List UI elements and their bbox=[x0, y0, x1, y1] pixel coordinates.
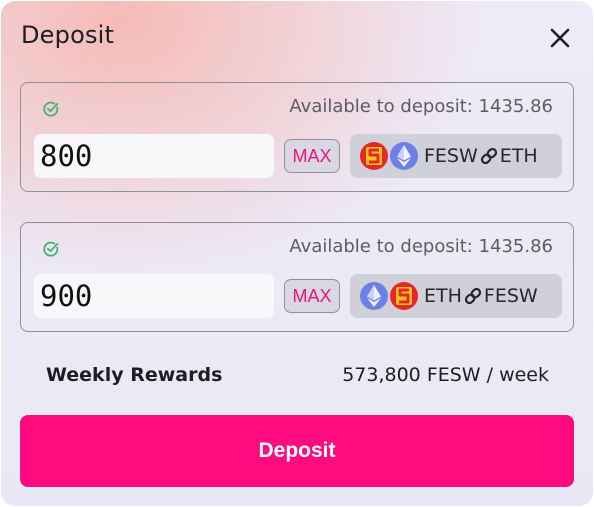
fesw-token-icon bbox=[360, 142, 388, 170]
pair-label: ETH FESW bbox=[424, 285, 538, 307]
deposit-input-card-2: Available to deposit: 1435.86 MAX ETH bbox=[20, 222, 574, 332]
check-circle-icon bbox=[43, 101, 59, 117]
deposit-button[interactable]: Deposit bbox=[20, 415, 574, 487]
pair-label: FESW ETH bbox=[424, 145, 538, 167]
eth-token-icon bbox=[360, 282, 388, 310]
check-circle-icon bbox=[43, 241, 59, 257]
token-pair-selector[interactable]: FESW ETH bbox=[350, 134, 562, 178]
modal-title: Deposit bbox=[21, 21, 115, 49]
eth-token-icon bbox=[390, 142, 418, 170]
pair-token-right: FESW bbox=[483, 285, 538, 307]
available-balance: Available to deposit: 1435.86 bbox=[289, 236, 553, 257]
weekly-rewards-label: Weekly Rewards bbox=[46, 364, 223, 386]
pair-token-left: FESW bbox=[424, 145, 478, 167]
max-button[interactable]: MAX bbox=[284, 139, 340, 173]
pair-token-left: ETH bbox=[424, 285, 462, 307]
amount-input[interactable] bbox=[34, 274, 274, 318]
fesw-token-icon bbox=[390, 282, 418, 310]
link-icon bbox=[464, 287, 482, 305]
link-icon bbox=[480, 147, 497, 165]
deposit-input-card-1: Available to deposit: 1435.86 MAX FESW bbox=[20, 82, 574, 192]
weekly-rewards-value: 573,800 FESW / week bbox=[342, 364, 549, 386]
deposit-modal: Deposit Available to deposit: 1435.86 MA… bbox=[1, 1, 593, 506]
amount-input[interactable] bbox=[34, 134, 274, 178]
available-balance: Available to deposit: 1435.86 bbox=[289, 96, 553, 117]
token-pair-selector[interactable]: ETH FESW bbox=[350, 274, 562, 318]
close-icon[interactable] bbox=[545, 23, 575, 53]
max-button[interactable]: MAX bbox=[284, 279, 340, 313]
pair-token-right: ETH bbox=[499, 145, 538, 167]
